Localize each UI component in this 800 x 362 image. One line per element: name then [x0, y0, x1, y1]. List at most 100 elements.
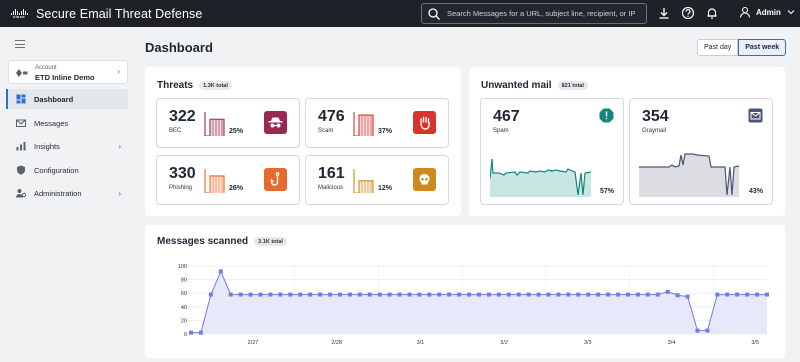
bell-icon[interactable]	[705, 6, 719, 20]
data-point[interactable]	[427, 292, 432, 297]
data-point[interactable]	[526, 292, 531, 297]
x-tick-label: 3/1	[417, 340, 425, 346]
data-point[interactable]	[228, 292, 233, 297]
data-point[interactable]	[288, 292, 293, 297]
data-point[interactable]	[566, 292, 571, 297]
data-point[interactable]	[268, 292, 273, 297]
data-point[interactable]	[457, 292, 462, 297]
user-menu[interactable]: Admin	[739, 6, 795, 18]
data-point[interactable]	[328, 292, 333, 297]
data-point[interactable]	[318, 292, 323, 297]
tile-value: 322	[169, 108, 196, 125]
data-point[interactable]	[625, 292, 630, 297]
x-tick-label: 3/4	[668, 340, 676, 346]
data-point[interactable]	[417, 292, 422, 297]
data-point[interactable]	[367, 292, 372, 297]
threats-panel: Threats 1.3K total 322 BEC 25% 476 Scam …	[145, 67, 461, 216]
unwanted-total-badge: 821 total	[557, 81, 588, 90]
tile-label: Scam	[318, 128, 334, 134]
data-point[interactable]	[536, 292, 541, 297]
data-point[interactable]	[765, 292, 769, 297]
data-point[interactable]	[516, 292, 521, 297]
bec-icon-box	[264, 111, 287, 134]
y-tick-label: 40	[181, 305, 187, 311]
data-point[interactable]	[745, 292, 750, 297]
data-point[interactable]	[655, 292, 660, 297]
account-selector[interactable]: Account ETD Inline Demo ›	[8, 60, 128, 84]
data-point[interactable]	[347, 292, 352, 297]
data-point[interactable]	[496, 292, 501, 297]
data-point[interactable]	[546, 292, 551, 297]
envelope-icon	[16, 119, 26, 127]
data-point[interactable]	[258, 292, 263, 297]
sidebar-item-label: Dashboard	[34, 94, 74, 104]
data-point[interactable]	[387, 292, 392, 297]
sidebar-item-label: Insights	[34, 141, 60, 151]
data-point[interactable]	[208, 292, 213, 297]
data-point[interactable]	[308, 292, 313, 297]
help-icon[interactable]	[681, 6, 695, 20]
dashboard-icon	[16, 94, 26, 104]
tile-label: Spam	[493, 128, 509, 134]
data-point[interactable]	[198, 330, 203, 335]
unwanted-tile-spam[interactable]: 467 Spam 57%	[480, 98, 624, 205]
data-point[interactable]	[407, 292, 412, 297]
data-point[interactable]	[586, 292, 591, 297]
data-point[interactable]	[477, 292, 481, 297]
data-point[interactable]	[675, 293, 680, 298]
data-point[interactable]	[377, 292, 382, 297]
sidebar-item-insights[interactable]: Insights ›	[6, 136, 128, 156]
tile-value: 467	[493, 108, 520, 125]
hamburger-icon[interactable]	[15, 40, 25, 48]
sidebar-item-dashboard[interactable]: Dashboard	[6, 89, 128, 109]
range-past-week-button[interactable]: Past week	[738, 39, 787, 56]
chevron-right-icon: ›	[117, 67, 120, 76]
data-point[interactable]	[467, 292, 472, 297]
data-point[interactable]	[447, 292, 452, 297]
sidebar-item-messages[interactable]: Messages	[6, 113, 128, 133]
data-point[interactable]	[616, 292, 621, 297]
data-point[interactable]	[218, 269, 223, 274]
data-point[interactable]	[645, 292, 650, 297]
data-point[interactable]	[735, 292, 740, 297]
range-past-day-button[interactable]: Past day	[697, 39, 739, 56]
data-point[interactable]	[337, 292, 342, 297]
data-point[interactable]	[596, 292, 601, 297]
unwanted-tile-graymail[interactable]: 354 Graymail 43%	[629, 98, 773, 205]
data-point[interactable]	[397, 292, 402, 297]
data-point[interactable]	[556, 292, 561, 297]
threat-tile-scam[interactable]: 476 Scam 37%	[305, 98, 449, 148]
sidebar-item-administration[interactable]: Administration ›	[6, 183, 128, 203]
data-point[interactable]	[278, 292, 283, 297]
data-point[interactable]	[715, 292, 720, 297]
threat-tile-phishing[interactable]: 330 Phishing 26%	[156, 155, 300, 205]
data-point[interactable]	[298, 292, 303, 297]
data-point[interactable]	[486, 292, 491, 297]
download-icon[interactable]	[657, 6, 671, 20]
data-point[interactable]	[665, 289, 670, 294]
sidebar-item-configuration[interactable]: Configuration	[6, 160, 128, 180]
data-point[interactable]	[725, 292, 730, 297]
data-point[interactable]	[248, 292, 253, 297]
data-point[interactable]	[606, 292, 611, 297]
search-input[interactable]: Search Messages for a URL, subject line,…	[421, 3, 647, 24]
panel-title-text: Unwanted mail	[481, 80, 552, 91]
threat-tile-bec[interactable]: 322 BEC 25%	[156, 98, 300, 148]
data-point[interactable]	[695, 328, 700, 333]
sidebar: Account ETD Inline Demo › Dashboard Mess…	[0, 27, 134, 362]
data-point[interactable]	[576, 292, 581, 297]
data-point[interactable]	[437, 292, 442, 297]
logo-text: cisco	[13, 13, 25, 19]
data-point[interactable]	[755, 292, 760, 297]
data-point[interactable]	[189, 330, 193, 335]
data-point[interactable]	[635, 292, 640, 297]
data-point[interactable]	[357, 292, 362, 297]
search-icon	[428, 7, 440, 20]
data-point[interactable]	[506, 292, 511, 297]
unwanted-mail-panel: Unwanted mail 821 total 467 Spam 57% 354…	[469, 67, 785, 216]
data-point[interactable]	[238, 292, 243, 297]
hand-stop-icon	[419, 116, 430, 130]
threat-tile-malicious[interactable]: 161 Malicious 12%	[305, 155, 449, 205]
data-point[interactable]	[685, 294, 690, 299]
data-point[interactable]	[705, 328, 710, 333]
